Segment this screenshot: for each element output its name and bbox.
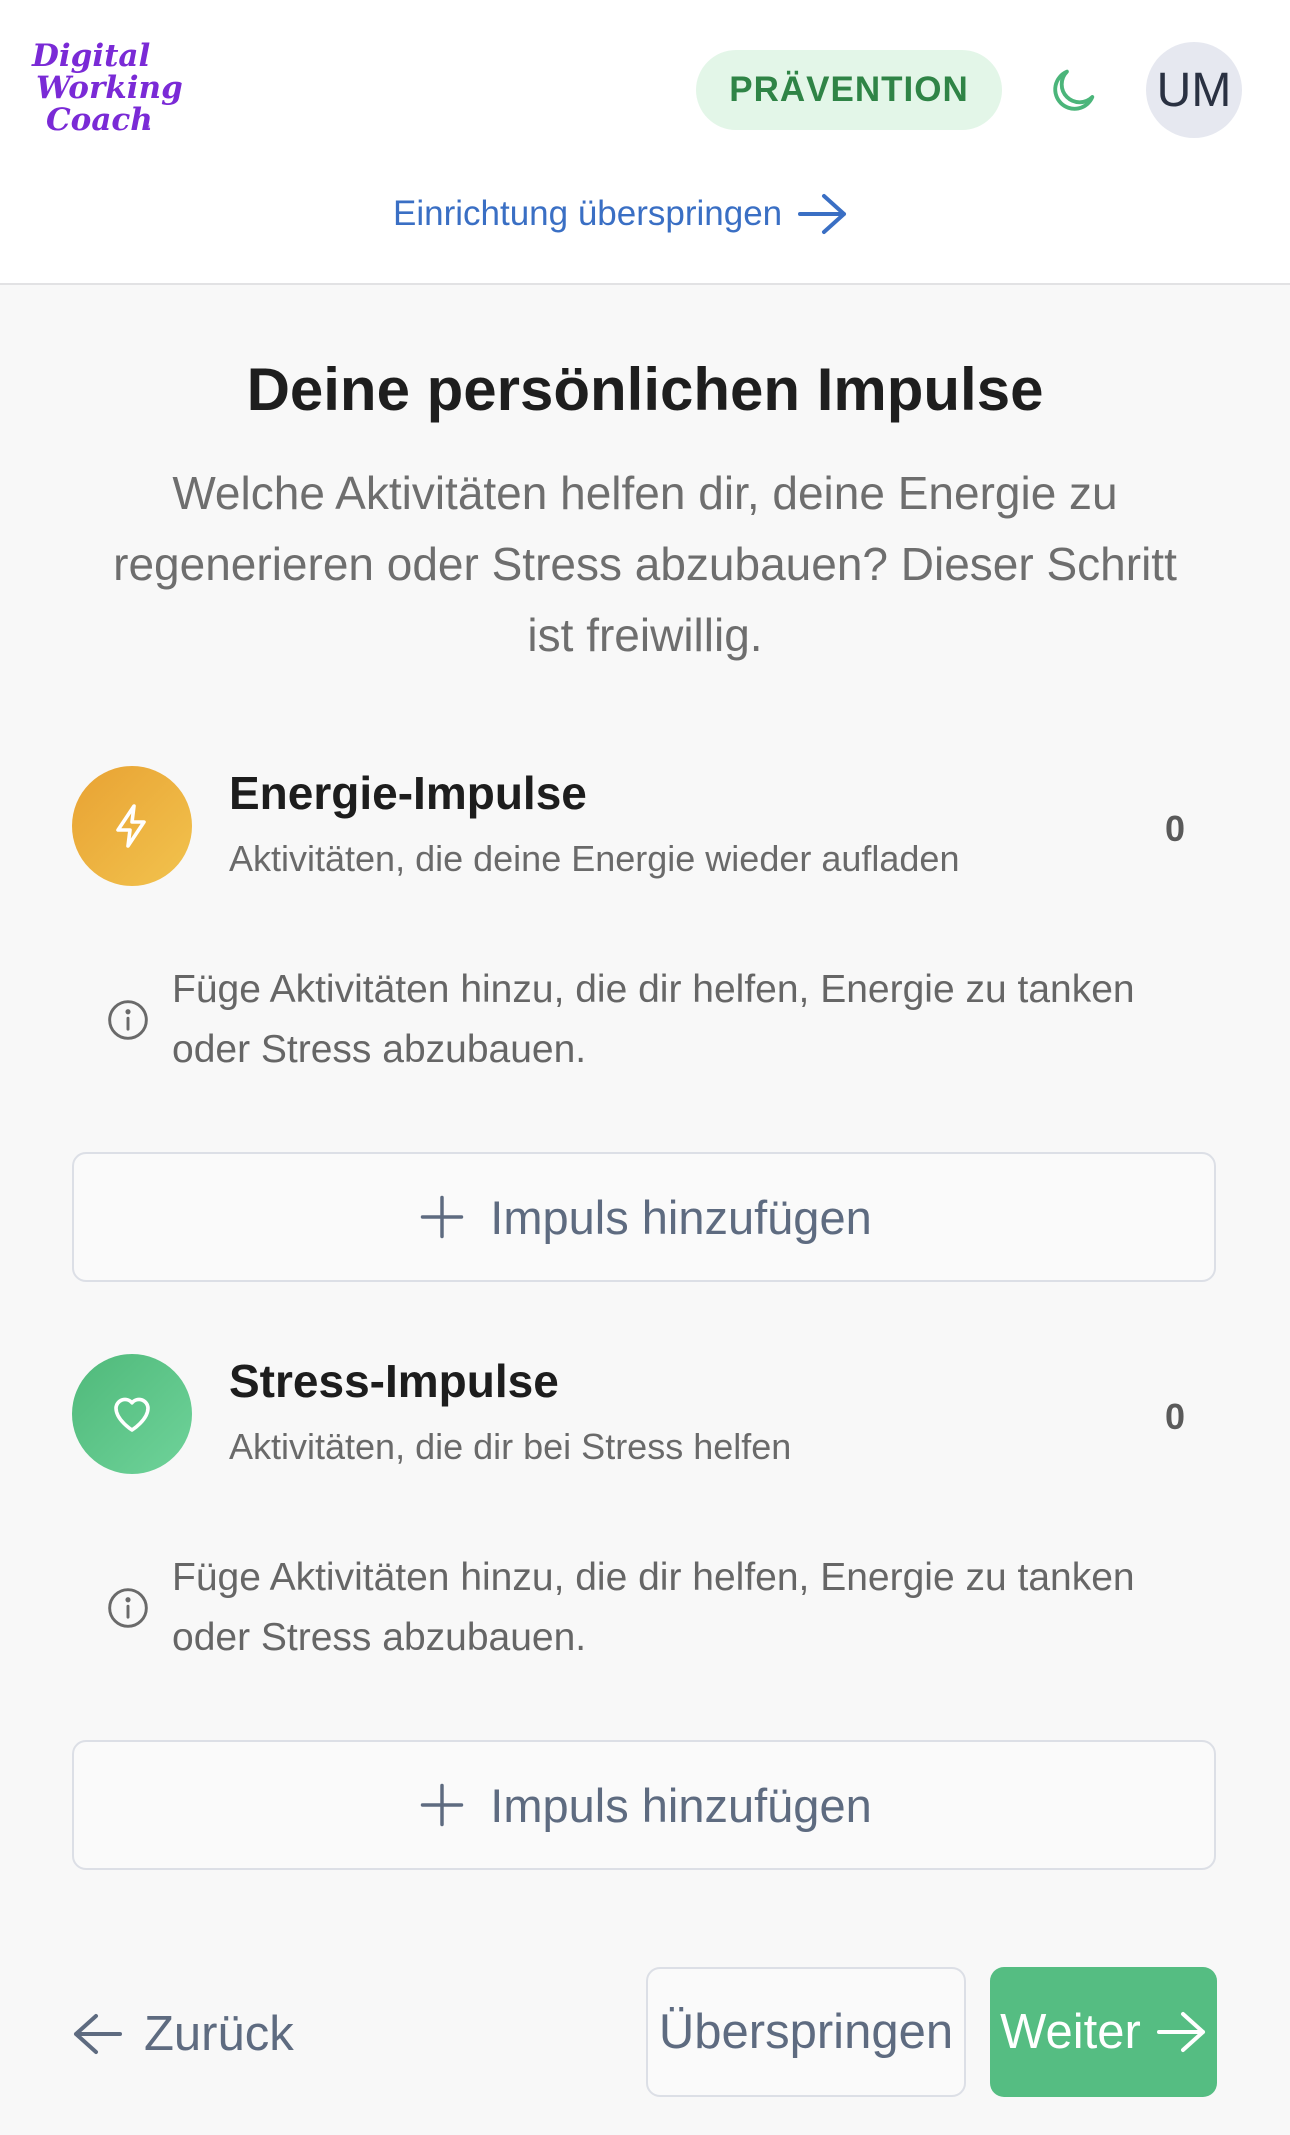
user-avatar[interactable]: UM xyxy=(1146,42,1242,138)
energy-info-hint: Füge Aktivitäten hinzu, die dir helfen, … xyxy=(106,960,1166,1080)
energy-info-text: Füge Aktivitäten hinzu, die dir helfen, … xyxy=(172,968,1135,1071)
logo-line-1: Digital xyxy=(32,38,151,74)
lightning-icon xyxy=(116,804,146,848)
arrow-left-icon xyxy=(74,2014,122,2054)
moon-icon xyxy=(1053,69,1095,111)
plus-icon xyxy=(421,1195,464,1239)
arrow-right-icon xyxy=(798,194,847,234)
next-button[interactable]: Weiter xyxy=(990,1967,1217,2097)
energy-count: 0 xyxy=(1164,808,1186,849)
stress-section-icon xyxy=(72,1354,192,1474)
logo-trademark: ™ xyxy=(142,125,151,135)
mode-badge[interactable]: PRÄVENTION xyxy=(696,50,1002,130)
stress-count: 0 xyxy=(1164,1396,1186,1437)
info-icon xyxy=(108,1588,148,1628)
page-title: Deine persönlichen Impulse xyxy=(246,356,1044,423)
app-logo[interactable]: Digital Working Coach ™ xyxy=(32,38,183,140)
energy-section-description: Aktivitäten, die deine Energie wieder au… xyxy=(229,838,960,879)
page-subtitle: Welche Aktivitäten helfen dir, deine Ene… xyxy=(113,467,1177,661)
skip-button[interactable]: Überspringen xyxy=(646,1967,966,2097)
stress-info-text: Füge Aktivitäten hinzu, die dir helfen, … xyxy=(172,1556,1135,1659)
top-header: Digital Working Coach ™ PRÄVENTION UM Ei… xyxy=(0,0,1290,285)
skip-setup-label: Einrichtung überspringen xyxy=(393,194,783,233)
skip-setup-link[interactable]: Einrichtung überspringen xyxy=(393,186,848,242)
add-energy-impulse-label: Impuls hinzufügen xyxy=(490,1190,872,1244)
add-stress-impulse-button[interactable]: Impuls hinzufügen xyxy=(72,1740,1216,1870)
info-icon xyxy=(108,1000,148,1040)
back-button[interactable]: Zurück xyxy=(72,2004,294,2064)
page: Digital Working Coach ™ PRÄVENTION UM Ei… xyxy=(0,0,1290,2135)
stress-info-hint: Füge Aktivitäten hinzu, die dir helfen, … xyxy=(106,1548,1166,1668)
next-label: Weiter xyxy=(1000,2005,1141,2059)
energy-section-title: Energie-Impulse xyxy=(229,767,587,819)
plus-icon xyxy=(421,1783,464,1827)
heart-icon xyxy=(114,1397,150,1432)
add-energy-impulse-button[interactable]: Impuls hinzufügen xyxy=(72,1152,1216,1282)
back-label: Zurück xyxy=(144,2007,294,2061)
add-stress-impulse-label: Impuls hinzufügen xyxy=(490,1778,872,1832)
stress-section-title: Stress-Impulse xyxy=(229,1355,559,1407)
energy-section-icon xyxy=(72,766,192,886)
logo-line-2: Working xyxy=(36,70,183,106)
dark-mode-toggle[interactable] xyxy=(1044,62,1102,120)
stress-section-description: Aktivitäten, die dir bei Stress helfen xyxy=(229,1426,792,1467)
arrow-right-icon xyxy=(1156,2012,1205,2052)
